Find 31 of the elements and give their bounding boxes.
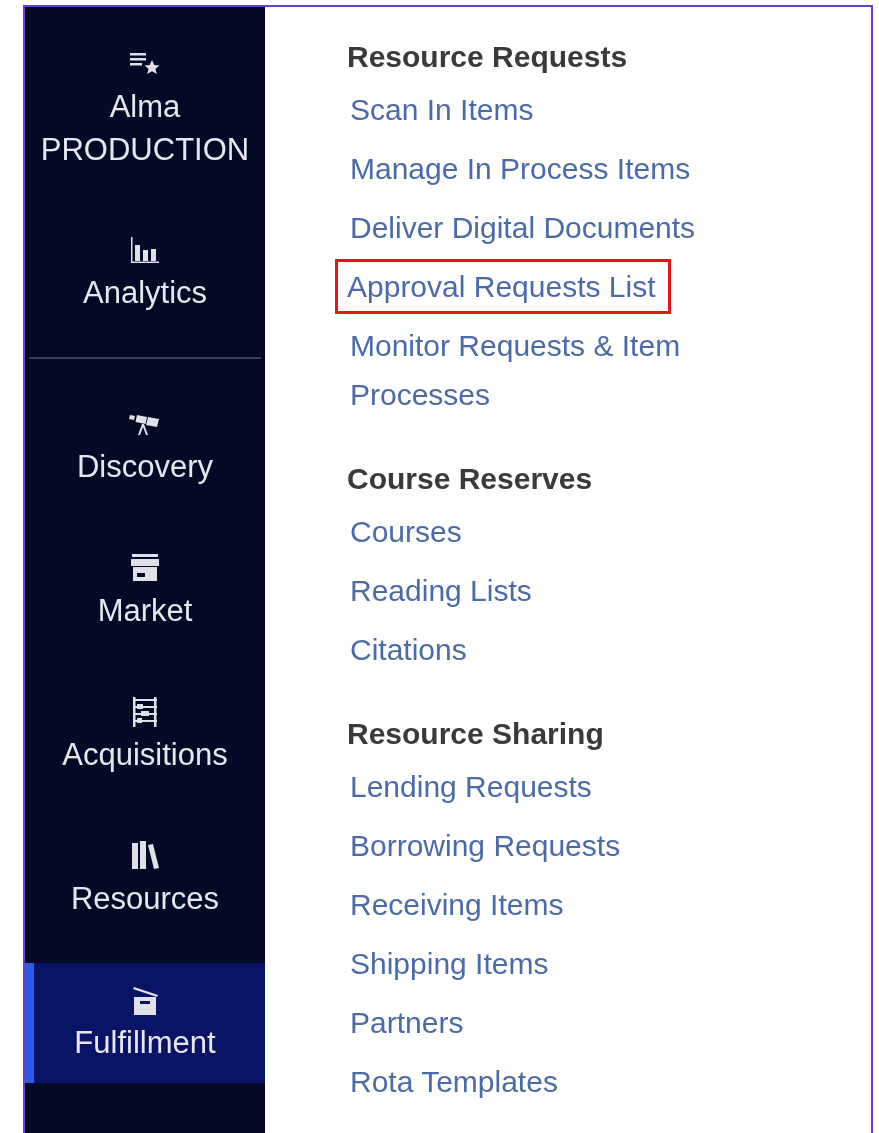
sidebar-item-label: Discovery	[76, 447, 214, 486]
menu-link[interactable]: Manage In Process Items	[335, 141, 706, 196]
sidebar-item-label: Alma PRODUCTION	[39, 88, 251, 169]
menu-link[interactable]: Citations	[335, 622, 482, 677]
menu-link[interactable]: Reading Lists	[335, 563, 547, 618]
menu-link[interactable]: Scan In Items	[335, 82, 549, 137]
menu-link[interactable]: Deliver Digital Documents	[335, 200, 711, 255]
menu-link[interactable]: Shipping Items	[335, 936, 564, 991]
menu-link[interactable]: Lending Requests	[335, 759, 607, 814]
sidebar-item[interactable]: Fulfillment	[25, 963, 265, 1083]
menu-link[interactable]: Borrowing Requests	[335, 818, 636, 873]
sidebar-item[interactable]: Resources	[25, 819, 265, 939]
sidebar-item-label: Analytics	[82, 273, 207, 312]
sidebar-item-label: Resources	[70, 879, 220, 918]
section-heading: Resource Sharing	[347, 716, 605, 752]
menu-link[interactable]: Monitor Requests & Item Processes	[335, 318, 805, 422]
menu-link[interactable]: Receiving Items	[335, 877, 579, 932]
menu-link[interactable]: Rota Templates	[335, 1054, 573, 1109]
sidebar-item[interactable]: Market	[25, 531, 265, 651]
menu-link[interactable]: Partners	[335, 995, 479, 1050]
section-heading: Resource Requests	[347, 39, 629, 75]
sidebar-item[interactable]: Alma PRODUCTION	[25, 29, 265, 189]
sidebar-item[interactable]: Analytics	[25, 213, 265, 333]
sidebar-item[interactable]: Discovery	[25, 387, 265, 507]
section-heading: Course Reserves	[347, 461, 594, 497]
menu-link[interactable]: Approval Requests List	[335, 259, 671, 314]
sidebar-item-label: Acquisitions	[62, 735, 228, 774]
sidebar-item-label: Market	[97, 591, 193, 630]
menu-link[interactable]: Courses	[335, 504, 477, 559]
sidebar-item-label: Fulfillment	[74, 1023, 216, 1062]
sidebar-item[interactable]: Acquisitions	[25, 675, 265, 795]
